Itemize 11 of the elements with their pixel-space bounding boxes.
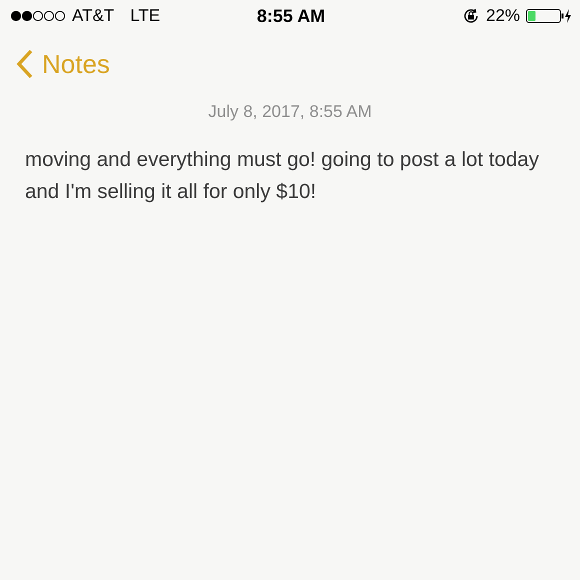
back-button[interactable]: Notes xyxy=(16,48,110,80)
battery-charging-icon xyxy=(526,8,572,24)
carrier-name: AT&T xyxy=(72,6,114,26)
signal-icon xyxy=(10,10,66,22)
chevron-left-icon xyxy=(16,49,34,79)
network-type: LTE xyxy=(130,6,160,26)
status-time: 8:55 AM xyxy=(256,6,326,26)
rotation-lock-icon xyxy=(462,7,480,25)
battery-percent: 22% xyxy=(486,6,520,26)
note-text: moving and everything must go! going to post a lot today and I'm selling it all for only $10! xyxy=(25,147,540,205)
note-date: July 8, 2017, 8:55 AM xyxy=(207,102,373,122)
